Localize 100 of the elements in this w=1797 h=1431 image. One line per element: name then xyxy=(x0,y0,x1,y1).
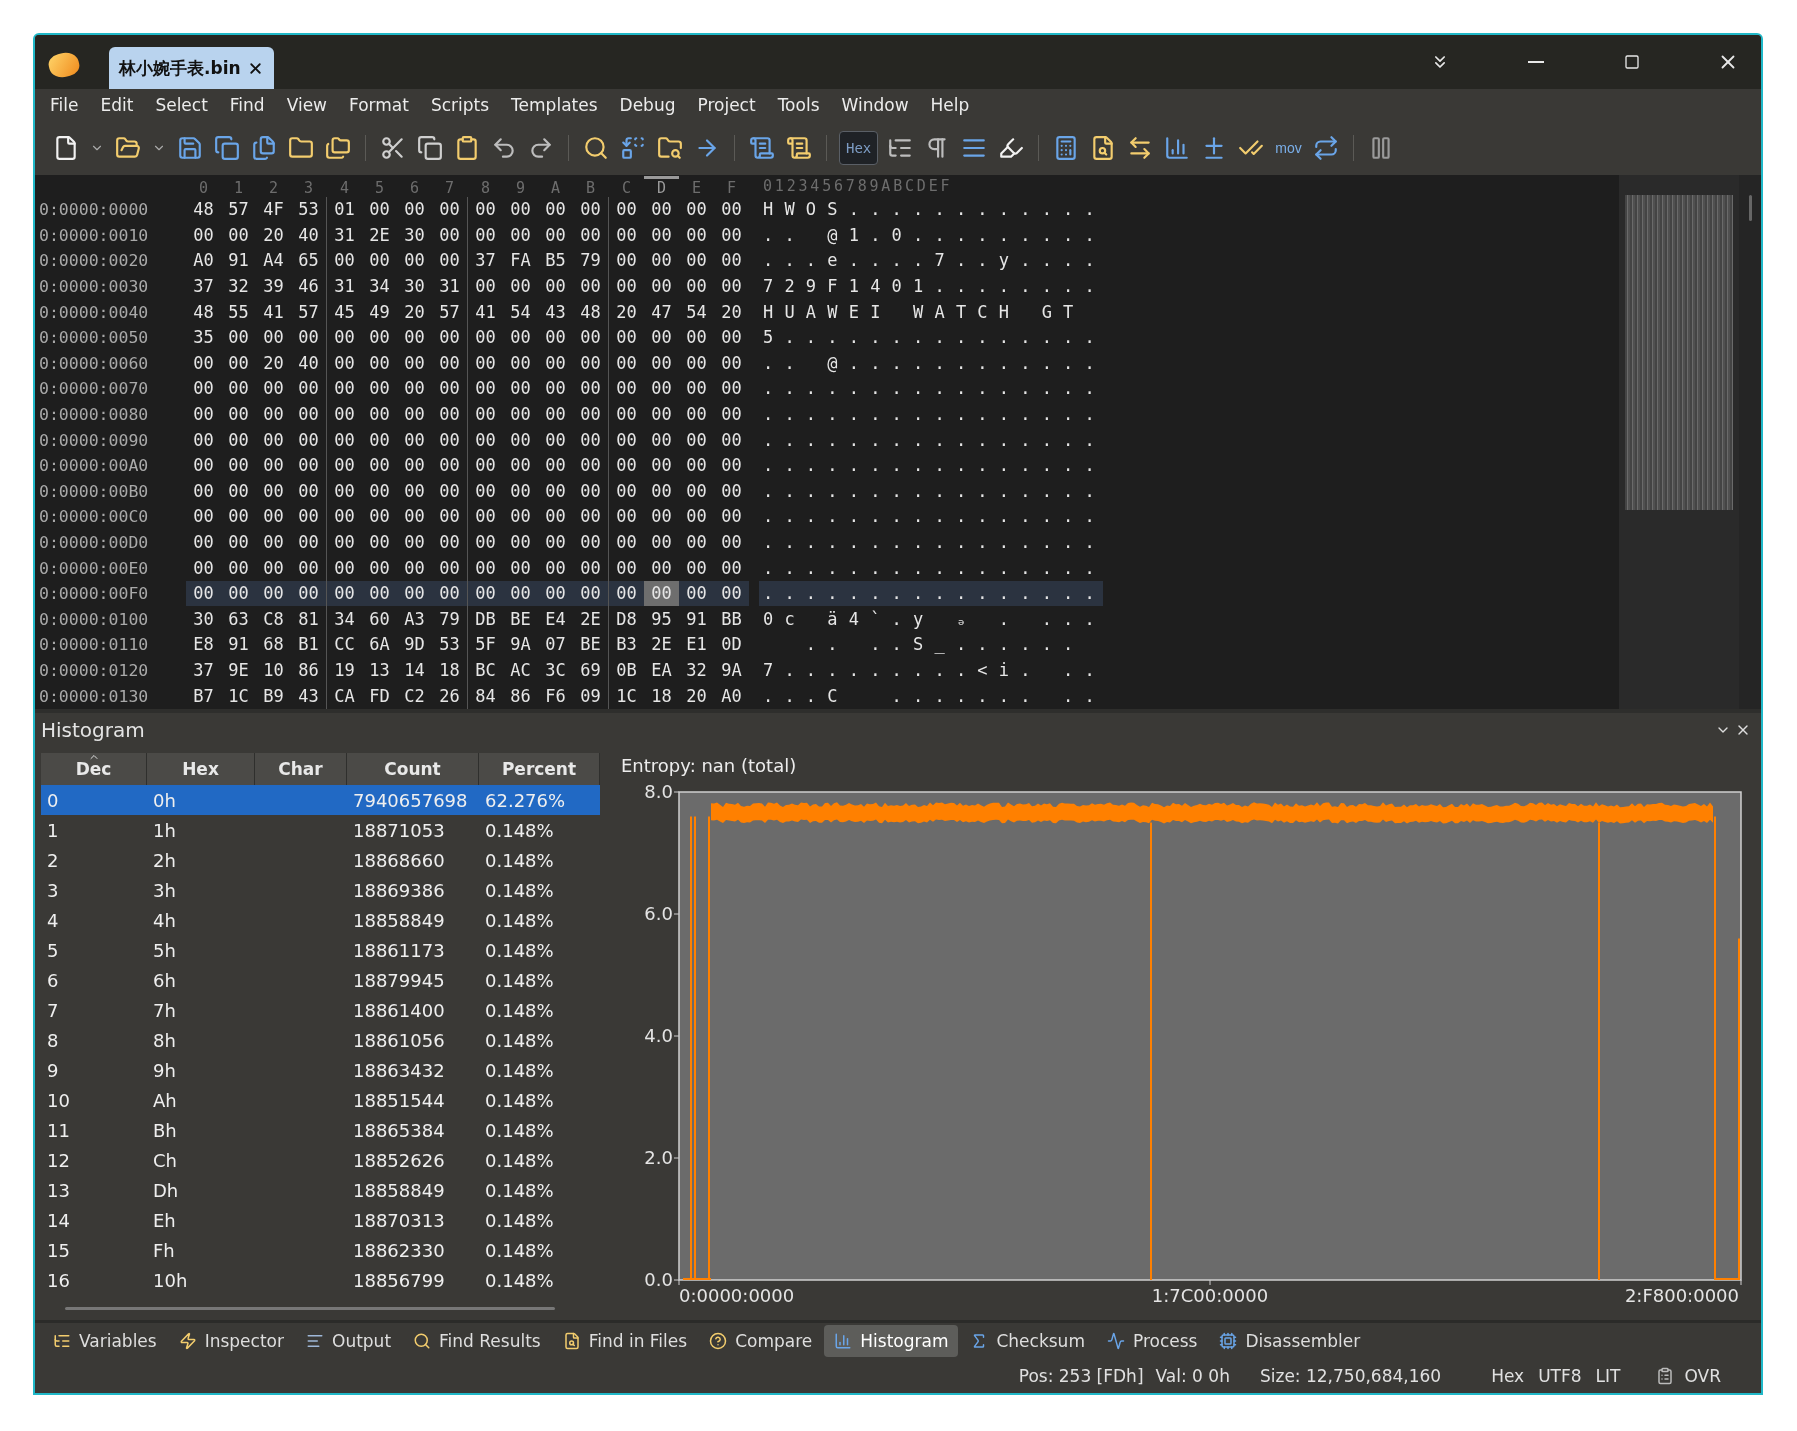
hex-byte[interactable]: EA xyxy=(644,658,679,683)
hex-byte[interactable]: 00 xyxy=(679,504,714,530)
hex-byte[interactable]: 00 xyxy=(714,453,749,479)
hex-byte[interactable]: A4 xyxy=(256,248,291,274)
hex-byte[interactable]: 00 xyxy=(221,325,256,351)
hex-byte[interactable]: 00 xyxy=(679,402,714,428)
hex-byte[interactable]: 00 xyxy=(221,402,256,428)
hex-byte[interactable]: 00 xyxy=(573,581,608,607)
hex-byte[interactable]: 00 xyxy=(644,581,679,607)
hex-byte[interactable]: 00 xyxy=(573,504,608,530)
hex-byte[interactable]: 00 xyxy=(644,427,679,453)
menu-item[interactable]: Window xyxy=(830,90,920,120)
table-row[interactable]: 5 5h 18861173 0.148% xyxy=(41,935,600,965)
mode-status[interactable]: Hex xyxy=(1491,1366,1525,1386)
hex-byte[interactable]: 00 xyxy=(432,504,467,530)
panel-tab[interactable]: Variables xyxy=(43,1325,167,1357)
hex-byte[interactable]: 00 xyxy=(644,197,679,223)
menu-item[interactable]: Tools xyxy=(766,90,831,120)
hex-byte[interactable]: 46 xyxy=(291,274,326,300)
hex-byte[interactable]: 00 xyxy=(327,376,362,402)
hex-byte[interactable]: 00 xyxy=(291,402,326,428)
hex-byte[interactable]: FA xyxy=(503,248,538,274)
hex-byte[interactable]: 00 xyxy=(432,350,467,376)
hex-byte[interactable]: 00 xyxy=(468,530,503,555)
panel-tab[interactable]: Disassembler xyxy=(1209,1325,1371,1357)
hex-byte[interactable]: 53 xyxy=(432,632,467,658)
hex-byte[interactable]: 9D xyxy=(397,632,432,658)
table-row[interactable]: 7 7h 18861400 0.148% xyxy=(41,995,600,1025)
hex-byte[interactable]: 00 xyxy=(327,453,362,479)
hex-byte[interactable]: 00 xyxy=(714,402,749,428)
hex-byte[interactable]: 54 xyxy=(503,299,538,325)
hex-byte[interactable]: 68 xyxy=(256,632,291,658)
hex-byte[interactable]: 00 xyxy=(397,427,432,453)
hex-byte[interactable]: BB xyxy=(714,606,749,632)
hex-byte[interactable]: 00 xyxy=(327,350,362,376)
hex-byte[interactable]: 00 xyxy=(679,222,714,248)
hex-byte[interactable]: 14 xyxy=(397,658,432,683)
hex-byte[interactable]: 00 xyxy=(397,581,432,607)
table-row[interactable]: 13 Dh 18858849 0.148% xyxy=(41,1175,600,1205)
hex-byte[interactable]: 00 xyxy=(397,504,432,530)
hex-byte[interactable]: 00 xyxy=(644,325,679,351)
hex-byte[interactable]: 00 xyxy=(256,530,291,555)
hex-byte[interactable]: 00 xyxy=(221,453,256,479)
hex-byte[interactable]: 00 xyxy=(538,222,573,248)
menu-item[interactable]: Help xyxy=(919,90,981,120)
hex-byte[interactable]: 49 xyxy=(362,299,397,325)
hex-byte[interactable]: A0 xyxy=(714,683,749,709)
hex-byte[interactable]: 00 xyxy=(573,402,608,428)
hex-byte[interactable]: 00 xyxy=(679,248,714,274)
table-row[interactable]: 12 Ch 18852626 0.148% xyxy=(41,1145,600,1175)
hex-byte[interactable]: 00 xyxy=(573,530,608,555)
hex-byte[interactable]: 00 xyxy=(256,478,291,504)
hex-byte[interactable]: 30 xyxy=(186,606,221,632)
hex-byte[interactable]: 00 xyxy=(432,427,467,453)
menu-item[interactable]: Edit xyxy=(89,90,145,120)
hex-byte[interactable]: B5 xyxy=(538,248,573,274)
hex-byte[interactable]: 00 xyxy=(538,453,573,479)
hex-byte[interactable]: 86 xyxy=(291,658,326,683)
hex-byte[interactable]: 00 xyxy=(256,453,291,479)
hex-byte[interactable]: BC xyxy=(468,658,503,683)
hex-byte[interactable]: 00 xyxy=(609,350,644,376)
hex-byte[interactable]: 91 xyxy=(679,606,714,632)
hex-byte[interactable]: 00 xyxy=(573,274,608,300)
hex-byte[interactable]: 00 xyxy=(397,478,432,504)
hex-byte[interactable]: 60 xyxy=(362,606,397,632)
hex-byte[interactable]: 00 xyxy=(256,581,291,607)
hex-byte[interactable]: FD xyxy=(362,683,397,709)
hex-byte[interactable]: E1 xyxy=(679,632,714,658)
menu-item[interactable]: Debug xyxy=(608,90,687,120)
hex-byte[interactable]: 00 xyxy=(186,478,221,504)
hex-byte[interactable]: 18 xyxy=(644,683,679,709)
hex-byte[interactable]: 00 xyxy=(538,504,573,530)
hex-byte[interactable]: 00 xyxy=(362,197,397,223)
hex-byte[interactable]: 00 xyxy=(397,530,432,555)
hex-byte[interactable]: 00 xyxy=(714,504,749,530)
hex-byte[interactable]: 00 xyxy=(221,530,256,555)
hex-byte[interactable]: 00 xyxy=(468,350,503,376)
hex-byte[interactable]: 00 xyxy=(256,402,291,428)
hex-byte[interactable]: 30 xyxy=(397,274,432,300)
hex-byte[interactable]: 00 xyxy=(573,222,608,248)
hex-byte[interactable]: 09 xyxy=(573,683,608,709)
hex-byte[interactable]: 00 xyxy=(609,325,644,351)
hex-byte[interactable]: 00 xyxy=(397,402,432,428)
hex-byte[interactable]: 00 xyxy=(362,453,397,479)
hex-byte[interactable]: 1C xyxy=(221,683,256,709)
hex-byte[interactable]: 00 xyxy=(714,325,749,351)
table-row[interactable]: 2 2h 18868660 0.148% xyxy=(41,845,600,875)
hex-byte[interactable]: 00 xyxy=(468,504,503,530)
hex-byte[interactable]: 00 xyxy=(609,197,644,223)
hex-byte[interactable]: 9A xyxy=(503,632,538,658)
hex-byte[interactable]: 3C xyxy=(538,658,573,683)
hex-byte[interactable]: 00 xyxy=(291,453,326,479)
disassemble-button[interactable]: mov xyxy=(1273,140,1304,156)
hex-byte[interactable]: F6 xyxy=(538,683,573,709)
hex-byte[interactable]: 00 xyxy=(432,197,467,223)
hex-byte[interactable]: 00 xyxy=(644,222,679,248)
hex-byte[interactable]: 6A xyxy=(362,632,397,658)
hex-byte[interactable]: 41 xyxy=(256,299,291,325)
hex-byte[interactable]: 00 xyxy=(679,427,714,453)
hex-byte[interactable]: 00 xyxy=(256,325,291,351)
